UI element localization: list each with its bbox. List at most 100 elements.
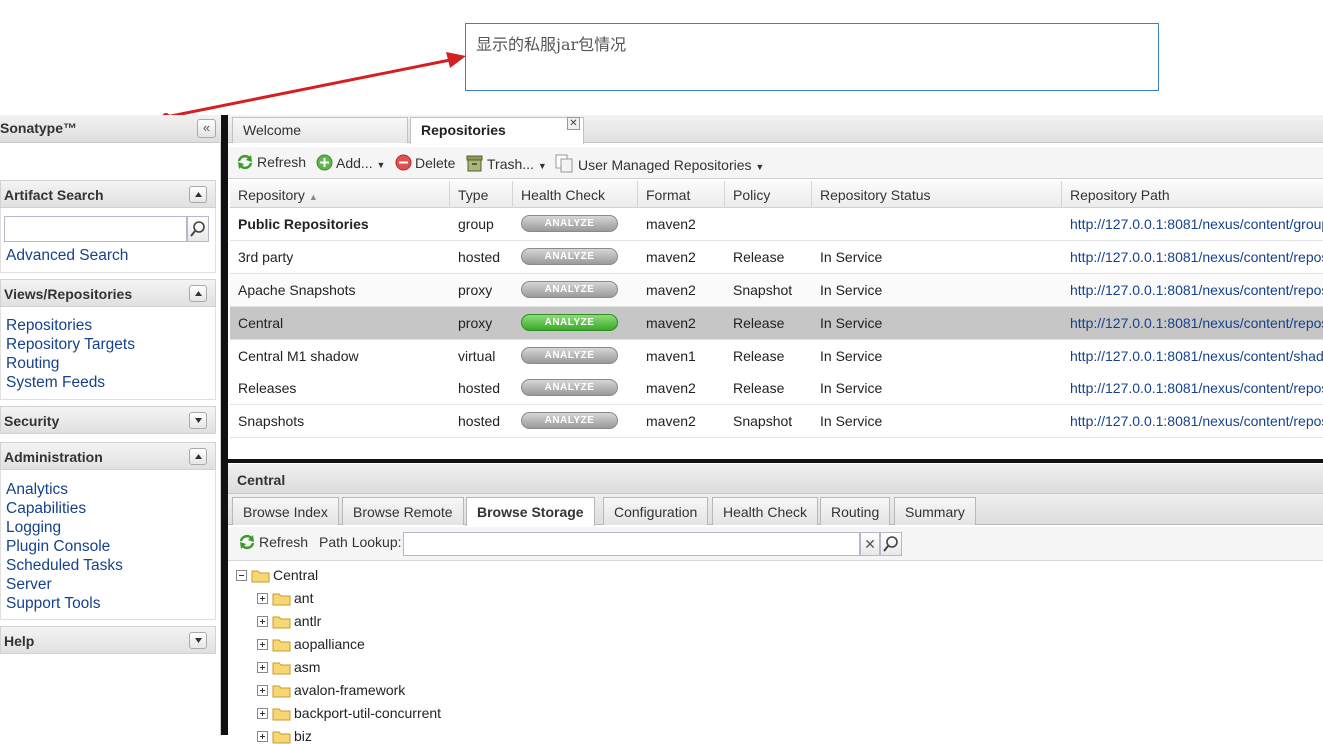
- nav-repository-targets[interactable]: Repository Targets: [1, 335, 215, 354]
- table-row[interactable]: Central M1 shadow virtual ANALYZE maven1…: [230, 340, 1323, 373]
- col-format[interactable]: Format: [638, 181, 725, 208]
- repo-type: proxy: [458, 315, 493, 331]
- collapse-up-icon[interactable]: [189, 448, 207, 465]
- tree-node[interactable]: biz: [257, 728, 312, 744]
- tree-node-root[interactable]: Central: [236, 567, 318, 583]
- nav-server[interactable]: Server: [1, 575, 215, 594]
- nav-repositories[interactable]: Repositories: [1, 316, 215, 335]
- tab-repositories[interactable]: Repositories: [410, 117, 584, 144]
- expand-down-icon[interactable]: [189, 632, 207, 649]
- advanced-search-link[interactable]: Advanced Search: [1, 246, 128, 265]
- tree-node[interactable]: asm: [257, 659, 320, 675]
- col-type[interactable]: Type: [450, 181, 513, 208]
- collapse-up-icon[interactable]: [189, 285, 207, 302]
- panel-divider[interactable]: [221, 115, 228, 735]
- analyze-button[interactable]: ANALYZE: [521, 347, 618, 364]
- delete-button[interactable]: Delete: [395, 154, 455, 171]
- administration-header[interactable]: Administration: [0, 442, 216, 470]
- tab-summary[interactable]: Summary: [894, 497, 976, 525]
- nav-logging[interactable]: Logging: [1, 518, 215, 537]
- tree-node[interactable]: antlr: [257, 613, 321, 629]
- repo-path-link[interactable]: http://127.0.0.1:8081/nexus/content/shad…: [1070, 348, 1323, 364]
- table-row[interactable]: 3rd party hosted ANALYZE maven2 Release …: [230, 241, 1323, 274]
- tree-node[interactable]: avalon-framework: [257, 682, 405, 698]
- nav-routing[interactable]: Routing: [1, 354, 215, 373]
- tab-browse-remote[interactable]: Browse Remote: [342, 497, 464, 525]
- path-lookup-input[interactable]: [403, 532, 860, 556]
- repo-path-link[interactable]: http://127.0.0.1:8081/nexus/content/repo…: [1070, 282, 1323, 298]
- clear-icon[interactable]: ✕: [860, 532, 880, 556]
- nav-system-feeds[interactable]: System Feeds: [1, 373, 215, 392]
- artifact-search-header[interactable]: Artifact Search: [0, 180, 216, 208]
- analyze-button[interactable]: ANALYZE: [521, 281, 618, 298]
- table-row[interactable]: Releases hosted ANALYZE maven2 Release I…: [230, 372, 1323, 405]
- tab-routing[interactable]: Routing: [820, 497, 891, 525]
- tab-welcome[interactable]: Welcome: [232, 117, 408, 143]
- expand-node-icon[interactable]: [257, 731, 268, 742]
- col-repository-path[interactable]: Repository Path: [1062, 181, 1323, 208]
- refresh-button[interactable]: Refresh: [236, 154, 306, 170]
- tab-bar: Welcome Repositories ✕: [228, 115, 1323, 144]
- repo-path-link[interactable]: http://127.0.0.1:8081/nexus/content/repo…: [1070, 380, 1323, 396]
- detail-title: Central: [237, 472, 286, 488]
- search-icon[interactable]: [880, 532, 902, 556]
- table-row-selected[interactable]: Central proxy ANALYZE maven2 Release In …: [230, 307, 1323, 340]
- search-icon[interactable]: [187, 216, 209, 242]
- col-policy[interactable]: Policy: [725, 181, 812, 208]
- artifact-search-title: Artifact Search: [4, 187, 104, 203]
- nav-analytics[interactable]: Analytics: [1, 480, 215, 499]
- repo-name: 3rd party: [238, 249, 294, 265]
- analyze-button[interactable]: ANALYZE: [521, 314, 618, 331]
- security-header[interactable]: Security: [0, 406, 216, 434]
- analyze-button[interactable]: ANALYZE: [521, 215, 618, 232]
- tree-node[interactable]: ant: [257, 590, 313, 606]
- tab-health-check[interactable]: Health Check: [712, 497, 819, 525]
- documents-icon: [555, 154, 573, 173]
- expand-node-icon[interactable]: [257, 662, 268, 673]
- nav-plugin-console[interactable]: Plugin Console: [1, 537, 215, 556]
- administration-body: Analytics Capabilities Logging Plugin Co…: [0, 470, 216, 620]
- collapse-panel-button[interactable]: «: [197, 119, 216, 138]
- artifact-search-input[interactable]: [4, 216, 187, 242]
- views-repositories-header[interactable]: Views/Repositories: [0, 279, 216, 307]
- storage-refresh-button[interactable]: Refresh: [238, 534, 308, 550]
- col-repository-status[interactable]: Repository Status: [812, 181, 1062, 208]
- nav-support-tools[interactable]: Support Tools: [1, 594, 215, 613]
- tab-browse-storage[interactable]: Browse Storage: [466, 497, 595, 526]
- tree-node-label: backport-util-concurrent: [294, 705, 442, 721]
- expand-node-icon[interactable]: [257, 708, 268, 719]
- nav-capabilities[interactable]: Capabilities: [1, 499, 215, 518]
- trash-button[interactable]: Trash... ▼: [465, 154, 547, 172]
- expand-node-icon[interactable]: [257, 616, 268, 627]
- expand-down-icon[interactable]: [189, 412, 207, 429]
- analyze-button[interactable]: ANALYZE: [521, 412, 618, 429]
- tab-browse-index[interactable]: Browse Index: [232, 497, 339, 525]
- horizontal-splitter[interactable]: [228, 459, 1323, 463]
- repo-path-link[interactable]: http://127.0.0.1:8081/nexus/content/repo…: [1070, 315, 1323, 331]
- collapse-up-icon[interactable]: [189, 186, 207, 203]
- col-repository[interactable]: Repository ▲: [230, 181, 450, 208]
- repo-path-link[interactable]: http://127.0.0.1:8081/nexus/content/repo…: [1070, 249, 1323, 265]
- help-header[interactable]: Help: [0, 626, 216, 654]
- tree-node[interactable]: backport-util-concurrent: [257, 705, 441, 721]
- table-row[interactable]: Public Repositories group ANALYZE maven2…: [230, 208, 1323, 241]
- table-row[interactable]: Snapshots hosted ANALYZE maven2 Snapshot…: [230, 405, 1323, 438]
- tab-configuration[interactable]: Configuration: [603, 497, 709, 525]
- add-button[interactable]: Add... ▼: [316, 154, 385, 171]
- expand-node-icon[interactable]: [257, 593, 268, 604]
- close-tab-icon[interactable]: ✕: [567, 117, 580, 130]
- expand-node-icon[interactable]: [257, 639, 268, 650]
- tree-node-label: aopalliance: [294, 636, 365, 652]
- nav-scheduled-tasks[interactable]: Scheduled Tasks: [1, 556, 215, 575]
- folder-icon: [272, 616, 291, 629]
- col-health-check[interactable]: Health Check: [513, 181, 638, 208]
- table-row[interactable]: Apache Snapshots proxy ANALYZE maven2 Sn…: [230, 274, 1323, 307]
- user-managed-repositories-button[interactable]: User Managed Repositories ▼: [555, 154, 764, 173]
- expand-node-icon[interactable]: [257, 685, 268, 696]
- collapse-node-icon[interactable]: [236, 570, 247, 581]
- repo-path-link[interactable]: http://127.0.0.1:8081/nexus/content/grou…: [1070, 216, 1323, 232]
- tree-node[interactable]: aopalliance: [257, 636, 365, 652]
- analyze-button[interactable]: ANALYZE: [521, 379, 618, 396]
- repo-path-link[interactable]: http://127.0.0.1:8081/nexus/content/repo…: [1070, 413, 1323, 429]
- analyze-button[interactable]: ANALYZE: [521, 248, 618, 265]
